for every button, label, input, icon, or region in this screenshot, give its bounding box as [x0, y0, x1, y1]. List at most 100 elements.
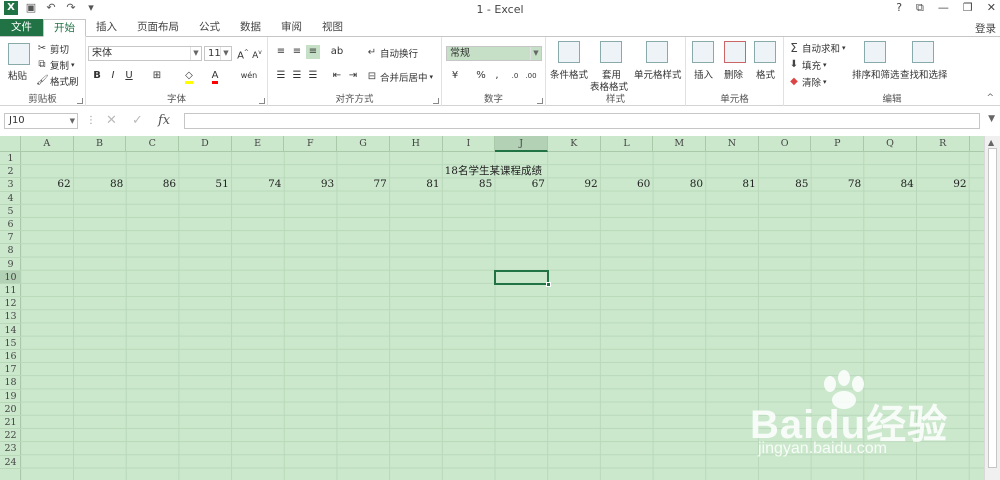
find-select-button[interactable]: 查找和选择 [900, 67, 948, 81]
row-header-2[interactable]: 2 [0, 165, 21, 179]
minimize-icon[interactable]: — [938, 1, 949, 15]
row-header-20[interactable]: 20 [0, 403, 21, 416]
fill-button[interactable]: ⬇ 填充 ▾ [788, 58, 827, 72]
wrap-text-button[interactable]: ↵ 自动换行 [366, 46, 418, 60]
font-launcher-icon[interactable] [259, 98, 265, 104]
row-header-8[interactable]: 8 [0, 244, 21, 258]
score-cell[interactable]: 60 [601, 178, 650, 191]
confirm-entry-icon[interactable]: ✓ [132, 113, 143, 128]
active-cell[interactable] [494, 269, 551, 287]
column-header-a[interactable]: A [21, 136, 74, 152]
column-header-q[interactable]: Q [864, 136, 917, 152]
underline-button[interactable]: U [122, 69, 136, 83]
column-header-e[interactable]: E [232, 136, 285, 152]
bold-button[interactable]: B [90, 69, 104, 83]
format-as-table-icon[interactable] [600, 41, 622, 63]
column-header-c[interactable]: C [126, 136, 180, 152]
tab-insert[interactable]: 插入 [86, 19, 127, 37]
insert-cells-icon[interactable] [692, 41, 714, 63]
scroll-up-icon[interactable]: ▲ [988, 138, 994, 147]
column-header-d[interactable]: D [179, 136, 232, 152]
insert-function-button[interactable]: fx [158, 113, 170, 128]
vertical-scrollbar[interactable]: ▲ [984, 136, 1000, 480]
column-header-n[interactable]: N [706, 136, 759, 152]
column-header-i[interactable]: I [443, 136, 496, 152]
row-header-14[interactable]: 14 [0, 324, 21, 337]
score-cell[interactable]: 78 [812, 178, 861, 191]
ribbon-display-icon[interactable]: ⧉ [916, 1, 924, 15]
score-cell[interactable]: 67 [495, 178, 545, 191]
column-header-j[interactable]: J [495, 136, 548, 152]
row-header-10[interactable]: 10 [0, 270, 21, 284]
delete-cells-icon[interactable] [724, 41, 746, 63]
column-header-f[interactable]: F [285, 136, 338, 152]
column-header-m[interactable]: M [653, 136, 707, 152]
tab-home[interactable]: 开始 [43, 19, 86, 37]
currency-icon[interactable]: ¥ [448, 69, 462, 83]
row-header-16[interactable]: 16 [0, 350, 21, 364]
row-header-12[interactable]: 12 [0, 297, 21, 311]
row-header-1[interactable]: 1 [0, 152, 21, 166]
login-link[interactable]: 登录 [975, 21, 996, 36]
column-header-r[interactable]: R [917, 136, 970, 152]
copy-button[interactable]: ⧉ 复制 ▾ [36, 58, 74, 72]
conditional-format-icon[interactable] [558, 41, 580, 63]
row-header-22[interactable]: 22 [0, 429, 21, 443]
merge-center-button[interactable]: ⊟ 合并后居中 ▾ [366, 70, 433, 84]
shrink-font-button[interactable]: Av [250, 46, 264, 61]
insert-cells-button[interactable]: 插入 [694, 67, 713, 81]
decrease-decimal-icon[interactable]: .00 [524, 69, 538, 83]
column-header-l[interactable]: L [601, 136, 654, 152]
score-cell[interactable]: 86 [126, 178, 176, 191]
clipboard-launcher-icon[interactable] [77, 98, 83, 104]
align-bottom-icon[interactable]: ≡ [306, 45, 320, 59]
score-cell[interactable]: 93 [285, 178, 334, 191]
row-header-23[interactable]: 23 [0, 442, 21, 456]
score-cell[interactable]: 92 [917, 178, 966, 191]
row-header-18[interactable]: 18 [0, 376, 21, 390]
column-header-g[interactable]: G [337, 136, 390, 152]
sort-filter-icon[interactable] [864, 41, 886, 63]
score-cell[interactable]: 62 [21, 178, 70, 191]
row-header-11[interactable]: 11 [0, 284, 21, 298]
fill-handle[interactable] [545, 281, 551, 287]
score-cell[interactable]: 80 [653, 178, 703, 191]
grow-font-button[interactable]: A^ [236, 46, 250, 61]
column-header-h[interactable]: H [390, 136, 443, 152]
column-header-k[interactable]: K [548, 136, 601, 152]
align-right-icon[interactable]: ☰ [306, 69, 320, 83]
row-header-21[interactable]: 21 [0, 416, 21, 430]
row-header-7[interactable]: 7 [0, 231, 21, 245]
italic-button[interactable]: I [106, 69, 120, 83]
score-cell[interactable]: 51 [179, 178, 228, 191]
row-header-9[interactable]: 9 [0, 258, 21, 271]
score-cell[interactable]: 81 [706, 178, 755, 191]
row-header-5[interactable]: 5 [0, 205, 21, 218]
row-header-4[interactable]: 4 [0, 192, 21, 205]
tab-data[interactable]: 数据 [230, 19, 271, 37]
comma-button[interactable]: , [490, 69, 504, 83]
score-cell[interactable]: 77 [337, 178, 387, 191]
decrease-indent-icon[interactable]: ⇤ [330, 69, 344, 83]
tab-formulas[interactable]: 公式 [189, 19, 230, 37]
orientation-icon[interactable]: ab [330, 45, 344, 59]
phonetic-button[interactable]: wén [238, 69, 260, 83]
cancel-entry-icon[interactable]: ✕ [106, 113, 117, 128]
cell-styles-icon[interactable] [646, 41, 668, 63]
row-header-6[interactable]: 6 [0, 218, 21, 232]
fill-color-icon[interactable]: ◇ [182, 69, 196, 84]
border-icon[interactable]: ⊞ [150, 69, 164, 83]
align-top-icon[interactable]: ≡ [274, 45, 288, 59]
column-header-b[interactable]: B [74, 136, 127, 152]
percent-button[interactable]: % [474, 69, 488, 83]
font-size-select[interactable]: 11 ▼ [204, 46, 232, 61]
row-header-3[interactable]: 3 [0, 178, 21, 192]
font-name-select[interactable]: 宋体 ▼ [88, 46, 202, 61]
column-header-o[interactable]: O [759, 136, 812, 152]
collapse-ribbon-icon[interactable]: ^ [986, 93, 994, 103]
close-icon[interactable]: ✕ [987, 1, 996, 15]
increase-decimal-icon[interactable]: .0 [508, 69, 522, 83]
number-format-select[interactable]: 常规 ▼ [446, 46, 542, 61]
expand-formula-bar-icon[interactable]: ▼ [988, 114, 995, 124]
tab-page-layout[interactable]: 页面布局 [127, 19, 189, 37]
